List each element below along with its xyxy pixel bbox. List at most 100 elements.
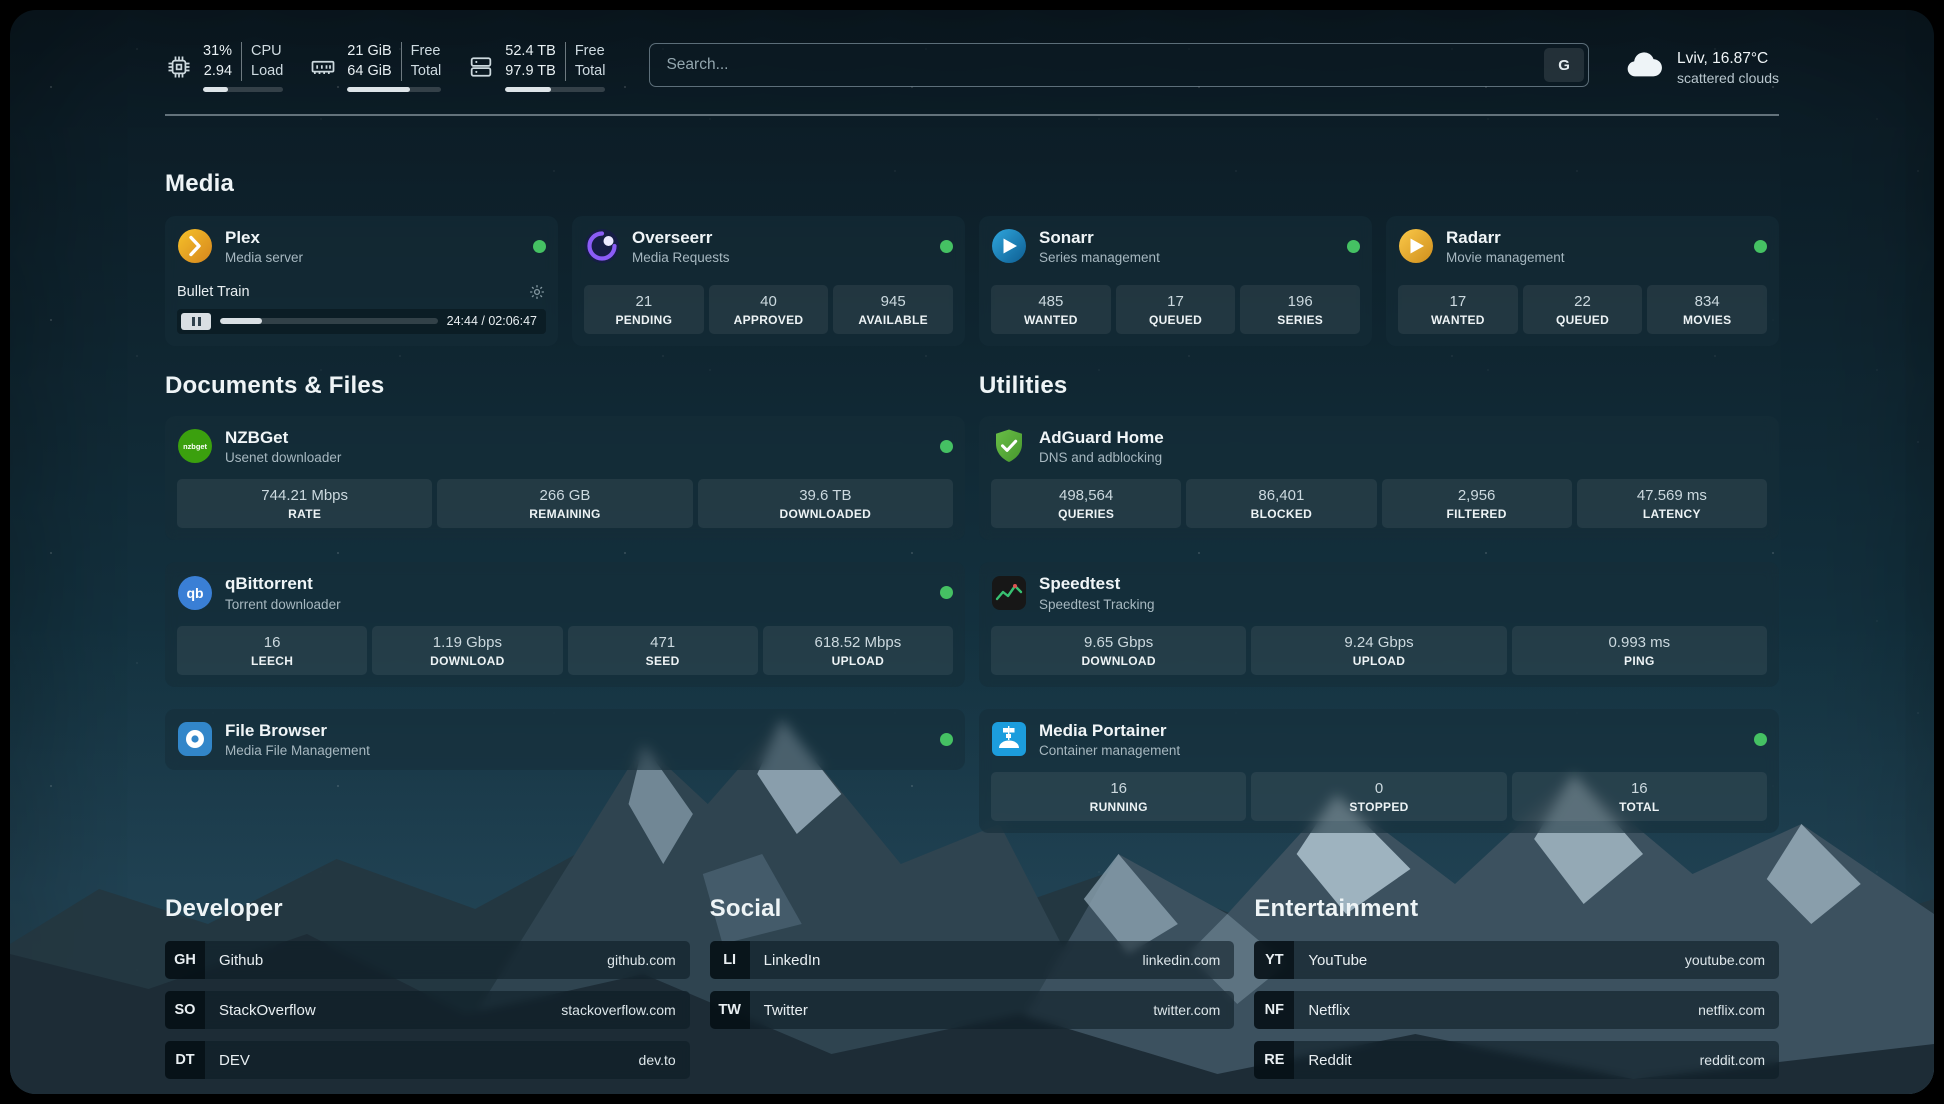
storage-total-label: Total [575,62,606,82]
app-card-radarr[interactable]: Radarr Movie management 17 WANTED 22 QUE… [1386,216,1779,346]
stat-leech: 16 LEECH [177,626,367,675]
playback-progress[interactable] [220,318,438,324]
storage-usage-bar [505,87,605,92]
app-subtitle: Movie management [1446,250,1565,265]
status-dot [940,240,953,253]
app-subtitle: Torrent downloader [225,597,341,612]
app-name: NZBGet [225,428,341,448]
pause-button[interactable] [181,313,211,330]
app-name: Media Portainer [1039,721,1180,741]
reddit-icon: RE [1254,1041,1294,1079]
app-card-adguard[interactable]: AdGuard Home DNS and adblocking 498,564 … [979,416,1779,541]
app-name: AdGuard Home [1039,428,1164,448]
stat-approved: 40 APPROVED [709,285,829,334]
memory-widget: 21 GiB 64 GiB Free Total [309,42,441,92]
stat-available: 945 AVAILABLE [833,285,953,334]
stat-total: 16 TOTAL [1512,772,1767,821]
bookmark-github[interactable]: GH Github github.com [165,941,690,979]
app-subtitle: Series management [1039,250,1160,265]
app-card-speedtest[interactable]: Speedtest Speedtest Tracking 9.65 Gbps D… [979,562,1779,687]
stat-seed: 471 SEED [568,626,758,675]
stat-movies: 834 MOVIES [1647,285,1767,334]
linkedin-icon: LI [710,941,750,979]
adguard-icon [991,428,1027,464]
memory-total: 64 GiB [347,62,391,82]
stat-filtered: 2,956 FILTERED [1382,479,1572,528]
disk-icon [467,53,495,81]
app-subtitle: Media server [225,250,303,265]
memory-free: 21 GiB [347,42,391,62]
sonarr-icon [991,228,1027,264]
storage-total: 97.9 TB [505,62,556,82]
app-card-portainer[interactable]: Media Portainer Container management 16 … [979,709,1779,834]
status-dot [533,240,546,253]
stat-download: 1.19 Gbps DOWNLOAD [372,626,562,675]
cpu-widget: 31% 2.94 CPU Load [165,42,283,92]
stat-download: 9.65 Gbps DOWNLOAD [991,626,1246,675]
gear-icon[interactable] [528,283,546,301]
search-input[interactable] [654,56,1544,74]
bookmark-dev[interactable]: DT DEV dev.to [165,1041,690,1079]
stat-wanted: 485 WANTED [991,285,1111,334]
status-dot [940,733,953,746]
app-name: Plex [225,228,303,248]
stat-upload: 9.24 Gbps UPLOAD [1251,626,1506,675]
cpu-load-label: Load [251,62,283,82]
app-card-filebrowser[interactable]: File Browser Media File Management [165,709,965,771]
bookmark-group-entertainment: Entertainment YT YouTube youtube.com NF … [1254,895,1779,1079]
cpu-usage-bar [203,87,283,92]
bookmark-reddit[interactable]: RE Reddit reddit.com [1254,1041,1779,1079]
memory-free-label: Free [411,42,442,62]
bookmark-twitter[interactable]: TW Twitter twitter.com [710,991,1235,1029]
app-name: qBittorrent [225,574,341,594]
status-dot [940,440,953,453]
header-divider [165,114,1779,116]
section-title-utilities: Utilities [979,372,1779,400]
section-utilities: Utilities AdGuard Home [979,372,1779,834]
app-subtitle: Usenet downloader [225,450,341,465]
app-card-sonarr[interactable]: Sonarr Series management 485 WANTED 17 Q… [979,216,1372,346]
now-playing-title: Bullet Train [177,284,250,300]
bookmark-linkedin[interactable]: LI LinkedIn linkedin.com [710,941,1235,979]
overseerr-icon [584,228,620,264]
status-dot [1754,240,1767,253]
stat-latency: 47.569 ms LATENCY [1577,479,1767,528]
app-subtitle: Media File Management [225,743,370,758]
storage-widget: 52.4 TB 97.9 TB Free Total [467,42,605,92]
app-name: Speedtest [1039,574,1155,594]
status-dot [1347,240,1360,253]
stat-stopped: 0 STOPPED [1251,772,1506,821]
portainer-icon [991,721,1027,757]
bookmark-stackoverflow[interactable]: SO StackOverflow stackoverflow.com [165,991,690,1029]
app-name: Sonarr [1039,228,1160,248]
stat-blocked: 86,401 BLOCKED [1186,479,1376,528]
section-title-media: Media [165,170,1779,198]
playback-time: 24:44 / 02:06:47 [447,314,537,328]
now-playing: Bullet Train [177,283,546,334]
search-engine-button[interactable]: G [1544,48,1584,82]
svg-text:qb: qb [186,585,203,601]
app-card-overseerr[interactable]: Overseerr Media Requests 21 PENDING 40 A… [572,216,965,346]
dashboard-window: 31% 2.94 CPU Load [10,10,1934,1094]
weather-location: Lviv, 16.87°C [1677,50,1779,68]
app-name: File Browser [225,721,370,741]
search-bar: G [649,43,1589,87]
top-bar: 31% 2.94 CPU Load [165,42,1779,92]
storage-free: 52.4 TB [505,42,556,62]
app-card-plex[interactable]: Plex Media server Bullet Train [165,216,558,346]
stat-queued: 22 QUEUED [1523,285,1643,334]
bookmark-netflix[interactable]: NF Netflix netflix.com [1254,991,1779,1029]
app-card-nzbget[interactable]: nzbget NZBGet Usenet downloader 744.21 M… [165,416,965,541]
app-name: Radarr [1446,228,1565,248]
bookmark-youtube[interactable]: YT YouTube youtube.com [1254,941,1779,979]
status-dot [1754,733,1767,746]
weather-condition: scattered clouds [1677,70,1779,86]
weather-widget[interactable]: Lviv, 16.87°C scattered clouds [1623,44,1779,91]
stat-pending: 21 PENDING [584,285,704,334]
stat-downloaded: 39.6 TB DOWNLOADED [698,479,953,528]
app-card-qbittorrent[interactable]: qb qBittorrent Torrent downloader 16 [165,562,965,687]
section-title-developer: Developer [165,895,690,923]
github-icon: GH [165,941,205,979]
cpu-load: 2.94 [203,62,232,82]
status-dot [940,586,953,599]
